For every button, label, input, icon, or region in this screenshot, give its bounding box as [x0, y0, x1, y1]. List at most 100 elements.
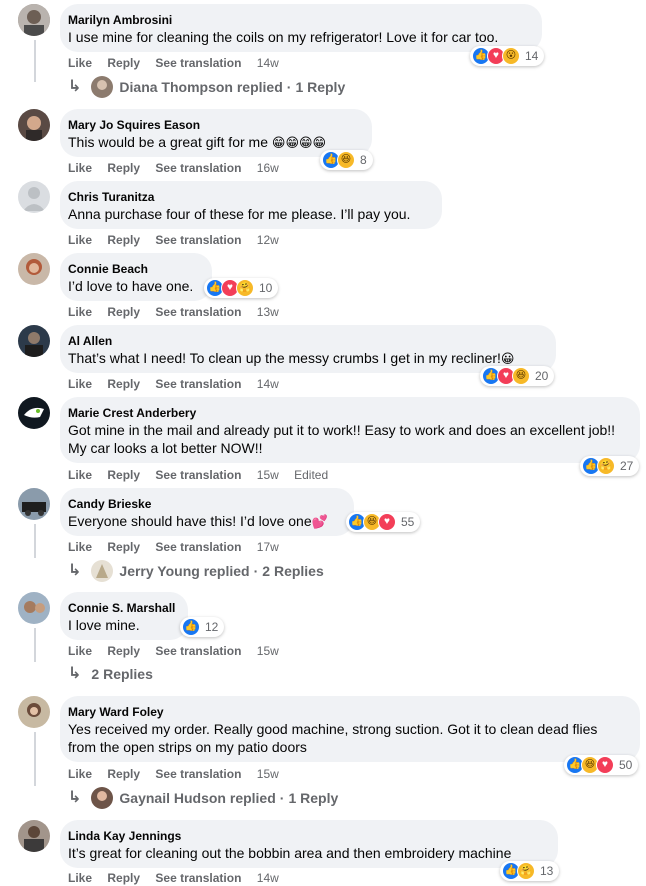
like-button[interactable]: Like: [68, 643, 92, 659]
reaction-summary[interactable]: 👍 😆 ♥ 55: [346, 512, 421, 532]
avatar[interactable]: [18, 253, 50, 285]
reaction-count: 12: [205, 620, 219, 634]
see-translation-button[interactable]: See translation: [155, 539, 241, 555]
reaction-summary[interactable]: 👍 🤗 13: [500, 861, 560, 881]
see-translation-button[interactable]: See translation: [155, 232, 241, 248]
reply-button[interactable]: Reply: [107, 766, 140, 782]
see-translation-button[interactable]: See translation: [155, 55, 241, 71]
reply-button[interactable]: Reply: [107, 643, 140, 659]
like-button[interactable]: Like: [68, 55, 92, 71]
care-reaction-icon: 🤗: [517, 862, 535, 880]
timestamp[interactable]: 15w: [257, 467, 279, 483]
edited-label[interactable]: Edited: [294, 467, 328, 483]
comment-author[interactable]: Mary Ward Foley: [68, 704, 628, 720]
reaction-summary[interactable]: 👍 12: [180, 617, 225, 637]
timestamp[interactable]: 17w: [257, 539, 279, 555]
see-translation-button[interactable]: See translation: [155, 376, 241, 392]
comment-text: That’s what I need! To clean up the mess…: [68, 349, 544, 368]
comment-author[interactable]: Linda Kay Jennings: [68, 828, 546, 844]
avatar[interactable]: [18, 592, 50, 624]
reaction-summary[interactable]: 👍 😆 ♥ 50: [564, 755, 639, 775]
reaction-summary[interactable]: 👍 ♥ 🤗 10: [204, 278, 279, 298]
avatar[interactable]: [18, 820, 50, 852]
avatar[interactable]: [18, 696, 50, 728]
view-replies-link[interactable]: ↳ Gaynail Hudson replied · 1 Reply: [68, 787, 338, 809]
see-translation-button[interactable]: See translation: [155, 766, 241, 782]
reply-author: Jerry Young replied: [119, 563, 250, 579]
comment-text: Yes received my order. Really good machi…: [68, 721, 602, 755]
timestamp[interactable]: 12w: [257, 232, 279, 248]
comment-bubble: Linda Kay Jennings It’s great for cleani…: [60, 820, 558, 868]
comment-author[interactable]: Connie Beach: [68, 261, 200, 277]
reply-count: 1 Reply: [295, 79, 346, 95]
view-replies-link[interactable]: ↳ 2 Replies: [68, 664, 153, 684]
comment-author[interactable]: Chris Turanitza: [68, 189, 430, 205]
care-reaction-icon: 🤗: [236, 279, 254, 297]
like-button[interactable]: Like: [68, 160, 92, 176]
avatar[interactable]: [18, 488, 50, 520]
see-translation-button[interactable]: See translation: [155, 304, 241, 320]
timestamp[interactable]: 14w: [257, 55, 279, 71]
reply-button[interactable]: Reply: [107, 232, 140, 248]
reaction-summary[interactable]: 👍 🤗 27: [580, 456, 640, 476]
reply-button[interactable]: Reply: [107, 55, 140, 71]
reply-button[interactable]: Reply: [107, 376, 140, 392]
like-button[interactable]: Like: [68, 766, 92, 782]
comment-author[interactable]: Candy Brieske: [68, 496, 342, 512]
like-button[interactable]: Like: [68, 539, 92, 555]
comment-text-content: That’s what I need! To clean up the mess…: [68, 350, 501, 366]
comment-bubble: Marilyn Ambrosini I use mine for cleanin…: [60, 4, 542, 52]
reply-arrow-icon: ↳: [68, 78, 82, 95]
comment-bubble: Marie Crest Anderbery Got mine in the ma…: [60, 397, 640, 463]
see-translation-button[interactable]: See translation: [155, 160, 241, 176]
comment-emoji: 😁😁😁😁: [271, 135, 327, 150]
timestamp[interactable]: 16w: [257, 160, 279, 176]
like-button[interactable]: Like: [68, 870, 92, 886]
reaction-count: 13: [540, 864, 554, 878]
reply-button[interactable]: Reply: [107, 304, 140, 320]
reply-button[interactable]: Reply: [107, 539, 140, 555]
reply-button[interactable]: Reply: [107, 870, 140, 886]
reply-arrow-icon: ↳: [68, 789, 82, 806]
avatar[interactable]: [18, 397, 50, 429]
comment-actions: Like Reply See translation 17w: [68, 539, 291, 555]
like-button[interactable]: Like: [68, 232, 92, 248]
reaction-summary[interactable]: 👍 ♥ 😆 20: [480, 366, 555, 386]
comment-text: I use mine for cleaning the coils on my …: [68, 29, 499, 45]
avatar[interactable]: [18, 4, 50, 36]
comment-bubble: Connie Beach I’d love to have one.: [60, 253, 212, 301]
comment-author[interactable]: Marie Crest Anderbery: [68, 405, 628, 421]
like-button[interactable]: Like: [68, 376, 92, 392]
view-replies-link[interactable]: ↳ Jerry Young replied · 2 Replies: [68, 560, 324, 582]
comment-actions: Like Reply See translation 14w: [68, 55, 291, 71]
avatar[interactable]: [18, 181, 50, 213]
reaction-summary[interactable]: 👍 ♥ 😮 14: [470, 46, 545, 66]
timestamp[interactable]: 13w: [257, 304, 279, 320]
comment-author[interactable]: Al Allen: [68, 333, 544, 349]
comment-author[interactable]: Mary Jo Squires Eason: [68, 117, 360, 133]
comment-text: Everyone should have this! I’d love one💕: [68, 512, 342, 531]
reply-button[interactable]: Reply: [107, 467, 140, 483]
reaction-count: 55: [401, 515, 415, 529]
like-button[interactable]: Like: [68, 304, 92, 320]
reply-author: Gaynail Hudson replied: [119, 790, 276, 806]
reply-count: 2 Replies: [262, 563, 324, 579]
avatar[interactable]: [18, 325, 50, 357]
timestamp[interactable]: 15w: [257, 643, 279, 659]
comment-actions: Like Reply See translation 15w: [68, 766, 291, 782]
see-translation-button[interactable]: See translation: [155, 870, 241, 886]
avatar[interactable]: [18, 109, 50, 141]
timestamp[interactable]: 14w: [257, 870, 279, 886]
like-button[interactable]: Like: [68, 467, 92, 483]
see-translation-button[interactable]: See translation: [155, 643, 241, 659]
comment-author[interactable]: Marilyn Ambrosini: [68, 12, 530, 28]
love-reaction-icon: ♥: [596, 756, 614, 774]
see-translation-button[interactable]: See translation: [155, 467, 241, 483]
view-replies-link[interactable]: ↳ Diana Thompson replied · 1 Reply: [68, 76, 345, 98]
reaction-summary[interactable]: 👍 😆 8: [320, 150, 373, 170]
comment-author[interactable]: Connie S. Marshall: [68, 600, 176, 616]
timestamp[interactable]: 15w: [257, 766, 279, 782]
timestamp[interactable]: 14w: [257, 376, 279, 392]
reply-button[interactable]: Reply: [107, 160, 140, 176]
haha-reaction-icon: 😆: [337, 151, 355, 169]
